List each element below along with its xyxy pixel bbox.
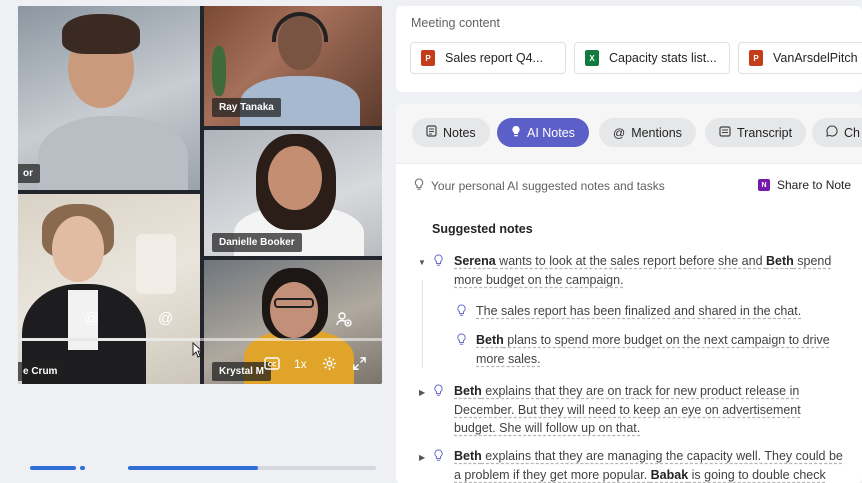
participant-tile: or xyxy=(18,6,200,190)
file-name: VanArsdelPitch xyxy=(773,51,858,65)
participant-name: e Crum xyxy=(18,362,65,381)
lightbulb-icon xyxy=(433,449,444,467)
seek-bar-progress xyxy=(18,338,198,341)
suggested-note[interactable]: Beth explains that they are managing the… xyxy=(454,447,862,483)
notes-panel: Notes AI Notes @ Mentions Transcript Ch xyxy=(396,104,862,483)
at-mention-icon[interactable]: @ xyxy=(84,311,99,326)
participant-name: Ray Tanaka xyxy=(212,98,281,117)
add-person-icon[interactable] xyxy=(336,311,352,327)
file-chip-vanarsdel-pitch[interactable]: P VanArsdelPitch xyxy=(738,42,862,74)
tab-chat[interactable]: Ch xyxy=(812,118,862,147)
participant-tile: Danielle Booker xyxy=(204,130,382,256)
ai-suggestion-hint: Your personal AI suggested notes and tas… xyxy=(414,178,665,194)
excel-file-icon: X xyxy=(585,50,599,66)
collapse-caret-icon[interactable]: ▼ xyxy=(418,258,426,267)
powerpoint-file-icon: P xyxy=(749,50,763,66)
suggested-note[interactable]: Beth explains that they are on track for… xyxy=(454,382,854,438)
captions-icon[interactable]: CC xyxy=(264,357,280,370)
player-progress-marker xyxy=(80,466,85,470)
thread-connector xyxy=(422,280,423,368)
participant-name: Danielle Booker xyxy=(212,233,302,252)
settings-gear-icon[interactable] xyxy=(322,356,337,371)
player-progress-bar[interactable] xyxy=(30,466,76,470)
transcript-icon xyxy=(719,125,731,140)
meeting-content-title: Meeting content xyxy=(411,16,500,30)
chat-icon xyxy=(826,125,838,140)
lightbulb-icon xyxy=(456,333,467,351)
file-name: Sales report Q4... xyxy=(445,51,543,65)
notes-tab-bar: Notes AI Notes @ Mentions Transcript Ch xyxy=(396,104,862,164)
file-name: Capacity stats list... xyxy=(609,51,717,65)
participant-tile: e Crum xyxy=(18,194,200,384)
lightbulb-icon xyxy=(414,178,424,194)
powerpoint-file-icon: P xyxy=(421,50,435,66)
tab-transcript[interactable]: Transcript xyxy=(705,118,807,147)
notes-icon xyxy=(426,125,437,140)
fullscreen-icon[interactable] xyxy=(352,356,367,371)
lightbulb-icon xyxy=(511,125,521,140)
lightbulb-icon xyxy=(433,254,444,272)
svg-text:CC: CC xyxy=(268,362,277,369)
suggested-notes-heading: Suggested notes xyxy=(432,222,533,236)
at-icon: @ xyxy=(613,125,626,140)
meeting-video[interactable]: or Ray Tanaka Danielle Booker e Crum Kry… xyxy=(18,6,382,384)
participant-name: Krystal M xyxy=(212,362,272,381)
suggested-sub-note[interactable]: Beth plans to spend more budget on the n… xyxy=(476,331,856,368)
tab-mentions[interactable]: @ Mentions xyxy=(599,118,696,147)
suggested-note[interactable]: Serena wants to look at the sales report… xyxy=(454,252,854,289)
participant-tile: Ray Tanaka xyxy=(204,6,382,126)
tab-notes[interactable]: Notes xyxy=(412,118,490,147)
expand-caret-icon[interactable]: ▶ xyxy=(419,453,425,462)
mouse-cursor-icon xyxy=(192,342,203,358)
tab-ai-notes[interactable]: AI Notes xyxy=(497,118,589,147)
onenote-icon: N xyxy=(758,179,770,191)
playback-speed-button[interactable]: 1x xyxy=(294,357,307,371)
at-mention-icon[interactable]: @ xyxy=(158,311,173,326)
expand-caret-icon[interactable]: ▶ xyxy=(419,388,425,397)
player-track-fill xyxy=(128,466,258,470)
lightbulb-icon xyxy=(433,384,444,402)
suggested-sub-note[interactable]: The sales report has been finalized and … xyxy=(476,302,856,321)
file-chip-capacity-stats[interactable]: X Capacity stats list... xyxy=(574,42,730,74)
share-to-onenote-button[interactable]: N Share to Note xyxy=(758,178,851,192)
file-chip-sales-report[interactable]: P Sales report Q4... xyxy=(410,42,566,74)
participant-name: or xyxy=(18,164,40,183)
lightbulb-icon xyxy=(456,304,467,322)
meeting-content-panel: Meeting content P Sales report Q4... X C… xyxy=(396,6,862,92)
